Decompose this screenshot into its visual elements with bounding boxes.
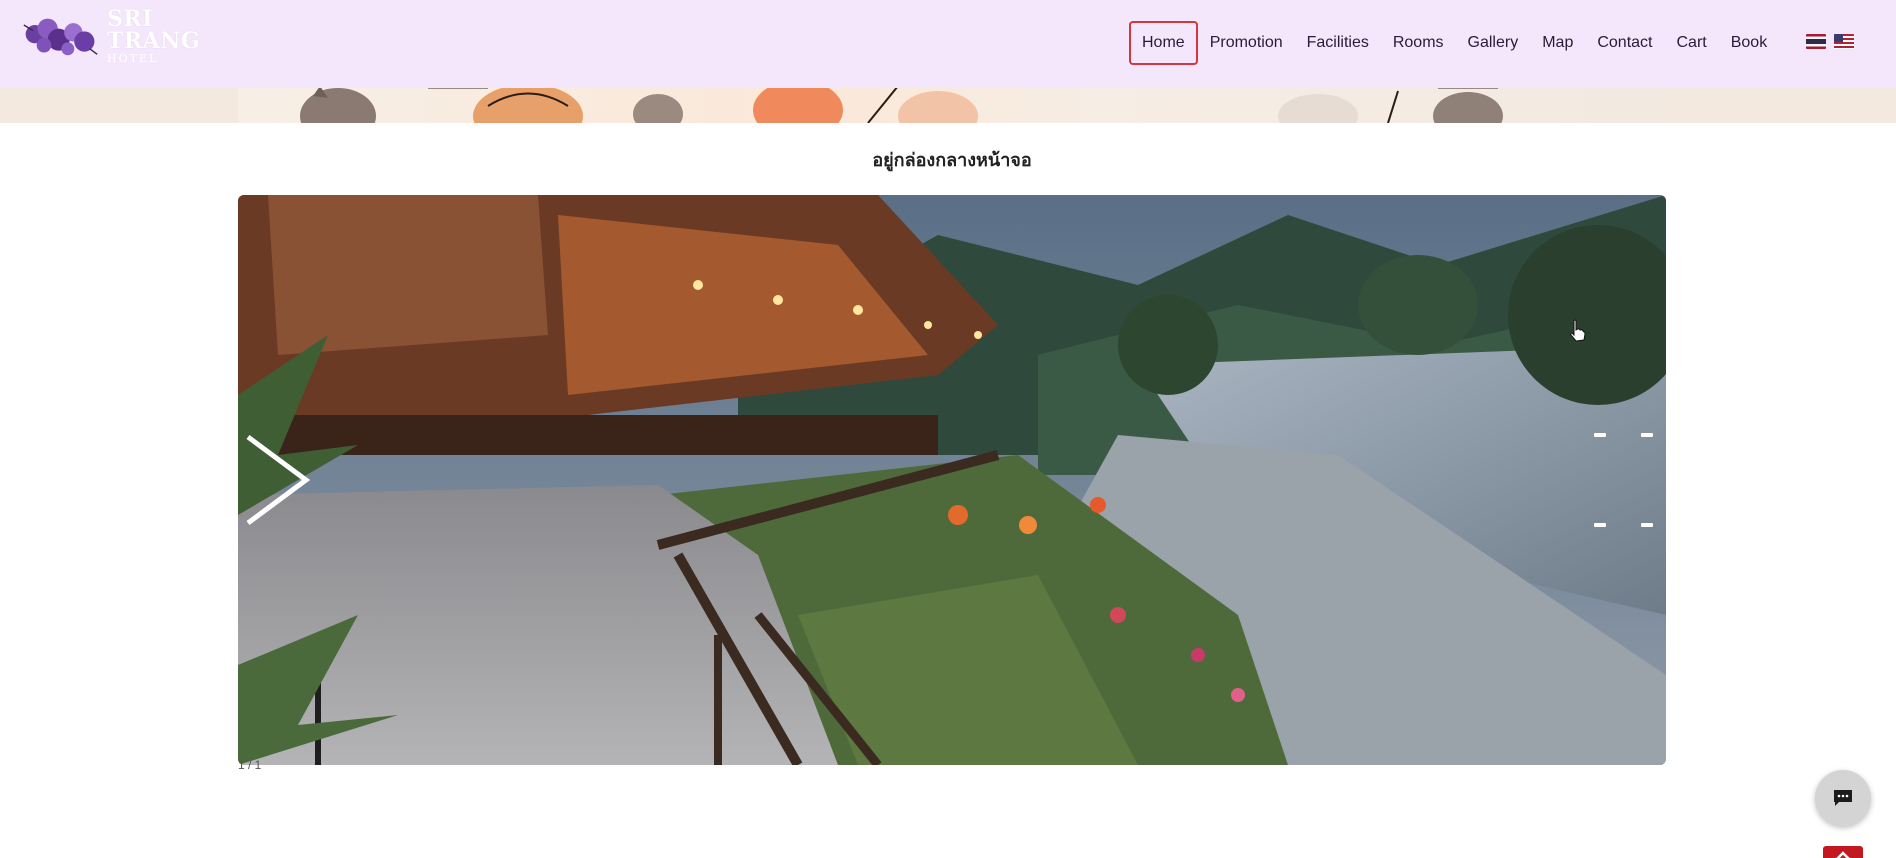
nav-facilities[interactable]: Facilities [1295, 21, 1381, 65]
brand-subtitle: HOTEL [107, 52, 159, 65]
brand-title: SRI TRANG [107, 6, 201, 54]
nav-gallery[interactable]: Gallery [1456, 21, 1531, 65]
chevron-up-icon [1836, 851, 1850, 858]
section-title: อยู่กล่องกลางหน้าจอ [872, 150, 1032, 171]
image-slideshow[interactable] [238, 195, 1666, 765]
slide-dot[interactable] [1594, 523, 1606, 527]
slide-dot[interactable] [1641, 523, 1653, 527]
slide-dot[interactable] [1641, 433, 1653, 437]
language-switcher [1806, 34, 1854, 49]
cat-illustration-banner [238, 86, 1666, 123]
resort-riverside-photo [238, 195, 1666, 765]
top-navbar: SRI TRANG HOTEL Home Promotion Facilitie… [0, 0, 1896, 88]
nav-book[interactable]: Book [1719, 21, 1779, 65]
back-to-top-button[interactable] [1823, 846, 1863, 858]
chat-button[interactable] [1815, 770, 1871, 826]
nav-cart[interactable]: Cart [1664, 21, 1718, 65]
main-nav: Home Promotion Facilities Rooms Gallery … [1129, 21, 1779, 65]
nav-rooms[interactable]: Rooms [1381, 21, 1456, 65]
pointer-cursor-icon [1570, 319, 1586, 342]
next-slide-arrow-icon[interactable] [246, 435, 310, 525]
nav-home[interactable]: Home [1129, 21, 1198, 65]
slide-counter: 1 / 1 [238, 758, 262, 772]
flower-logo-icon [23, 18, 98, 56]
chat-bubble-icon [1834, 790, 1852, 806]
nav-contact[interactable]: Contact [1585, 21, 1664, 65]
us-flag-icon[interactable] [1834, 34, 1854, 49]
slide-dot[interactable] [1594, 433, 1606, 437]
nav-promotion[interactable]: Promotion [1198, 21, 1295, 65]
hotel-logo[interactable]: SRI TRANG HOTEL [22, 8, 242, 64]
nav-map[interactable]: Map [1530, 21, 1585, 65]
thai-flag-icon[interactable] [1806, 34, 1826, 49]
